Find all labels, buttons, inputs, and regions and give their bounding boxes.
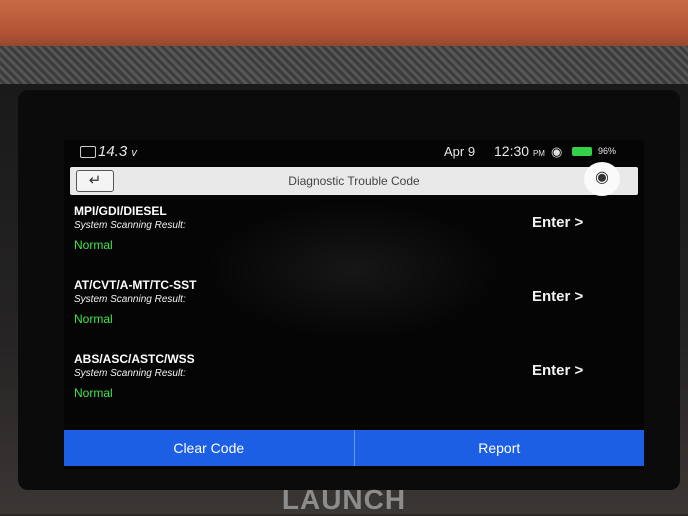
wifi-icon: ◉: [551, 144, 563, 159]
report-button[interactable]: Report: [353, 430, 645, 466]
car-battery-icon: [80, 146, 96, 158]
scan-status: Normal: [74, 312, 113, 326]
enter-button[interactable]: Enter >: [532, 288, 583, 305]
scan-status: Normal: [74, 238, 113, 252]
clear-code-button[interactable]: Clear Code: [64, 430, 354, 466]
title-bar: ↵ Diagnostic Trouble Code: [70, 167, 638, 195]
battery-percent: 96%: [598, 146, 617, 156]
status-time: 12:30 PM: [494, 143, 545, 159]
system-name: ABS/ASC/ASTC/WSS: [74, 352, 195, 366]
device-brand-logo: LAUNCH: [281, 484, 407, 515]
system-item-at-cvt: AT/CVT/A-MT/TC-SST System Scanning Resul…: [64, 276, 644, 350]
status-time-ampm: PM: [532, 149, 545, 158]
system-name: MPI/GDI/DIESEL: [74, 204, 167, 218]
battery-icon: [572, 147, 592, 156]
voltage-readout: 14.3 v: [98, 143, 137, 160]
scan-status: Normal: [74, 386, 113, 400]
scan-result-label: System Scanning Result:: [74, 368, 186, 379]
camera-icon: ◉: [595, 169, 609, 186]
status-date: Apr 9: [444, 144, 476, 159]
scan-result-label: System Scanning Result:: [74, 294, 186, 305]
voltage-value: 14.3: [98, 143, 128, 160]
status-bar: 14.3 v Apr 9 12:30 PM ◉ 96%: [64, 140, 644, 164]
system-item-abs-asc: ABS/ASC/ASTC/WSS System Scanning Result:…: [64, 350, 644, 424]
system-list: MPI/GDI/DIESEL System Scanning Result: N…: [64, 202, 644, 424]
screenshot-button[interactable]: ◉: [584, 162, 620, 196]
voltage-unit: v: [131, 147, 137, 159]
system-name: AT/CVT/A-MT/TC-SST: [74, 278, 197, 292]
enter-button[interactable]: Enter >: [532, 362, 583, 379]
device-screen: 14.3 v Apr 9 12:30 PM ◉ 96% ↵ Diagnostic…: [64, 140, 644, 470]
enter-button[interactable]: Enter >: [532, 214, 583, 231]
page-title: Diagnostic Trouble Code: [288, 174, 420, 188]
scan-result-label: System Scanning Result:: [74, 220, 186, 231]
system-item-mpi-gdi-diesel: MPI/GDI/DIESEL System Scanning Result: N…: [64, 202, 644, 276]
bottom-action-bar: Clear Code Report: [64, 430, 644, 466]
status-time-value: 12:30: [494, 143, 530, 159]
